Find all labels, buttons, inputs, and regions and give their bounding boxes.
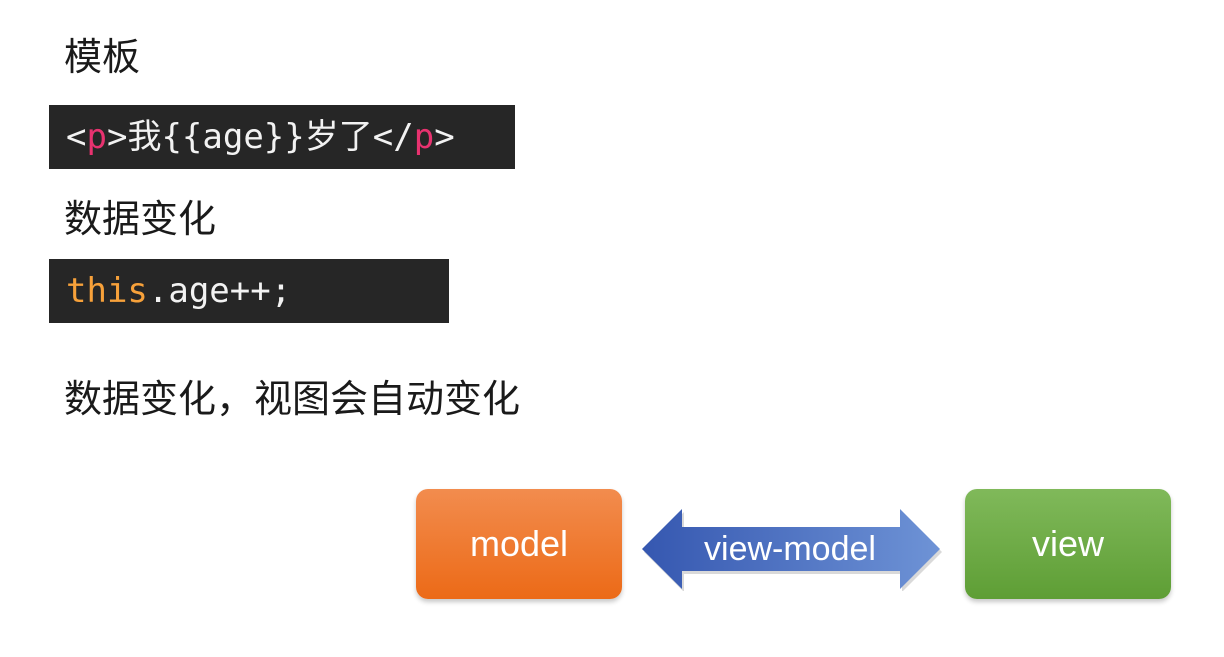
summary-text: 数据变化，视图会自动变化: [64, 377, 521, 421]
data-change-code-block: this.age++;: [49, 259, 449, 323]
code-gt-close: >: [434, 117, 455, 157]
model-box: model: [416, 489, 622, 599]
template-heading: 模板: [64, 35, 141, 79]
view-label: view: [1031, 523, 1105, 564]
viewmodel-label: view-model: [704, 529, 876, 568]
code-tag-open: p: [86, 117, 107, 157]
view-box: view: [965, 489, 1171, 599]
code-tag-close: p: [413, 117, 435, 157]
code-lt-close: </: [372, 117, 414, 157]
code-text: 我{{age}}岁了: [127, 117, 373, 157]
viewmodel-double-arrow: view-model: [638, 507, 946, 591]
model-label: model: [469, 523, 569, 564]
code-lt: <: [66, 117, 87, 157]
code-keyword-this: this: [66, 271, 148, 311]
template-code-block: <p>我{{age}}岁了</p>: [49, 105, 515, 169]
code-increment: .age++;: [147, 271, 292, 311]
data-change-heading: 数据变化: [64, 197, 217, 241]
code-gt: >: [106, 117, 128, 157]
